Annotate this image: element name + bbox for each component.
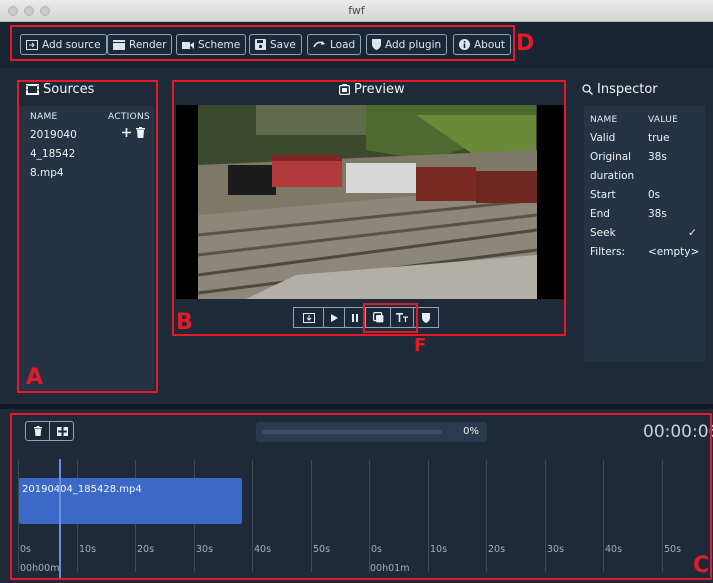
window-title: fwf [348, 4, 365, 17]
inspector-row-value: <empty> [648, 246, 700, 258]
inspector-col-value: VALUE [648, 115, 679, 125]
window-titlebar: fwf [0, 0, 713, 22]
annotation-box-c [10, 413, 712, 580]
inspector-panel: NAME VALUE Valid true Original 38s duratio… [584, 106, 705, 362]
inspector-row-name: Start [590, 189, 616, 201]
inspector-row-value: 38s [648, 151, 667, 163]
annotation-label-a: A [26, 365, 44, 390]
inspector-row-value: 0s [648, 189, 661, 201]
inspector-row-value: 38s [648, 208, 667, 220]
inspector-row-name: duration [590, 170, 635, 182]
annotation-label-f: F [414, 335, 427, 356]
annotation-box-f [363, 303, 418, 333]
annotation-label-b: B [176, 310, 193, 335]
annotation-box-a [17, 80, 158, 393]
search-icon [582, 84, 593, 95]
seek-check-icon[interactable]: ✓ [688, 227, 697, 239]
inspector-row-value: true [648, 132, 670, 144]
annotation-box-d [10, 25, 515, 61]
inspector-row-name: Valid [590, 132, 616, 144]
inspector-row-name: Seek [590, 227, 616, 239]
inspector-row-name: Filters: [590, 246, 626, 258]
inspector-title-text: Inspector [597, 82, 658, 97]
annotation-label-c: C [693, 553, 710, 578]
inspector-row-name: End [590, 208, 610, 220]
inspector-row-name: Original [590, 151, 632, 163]
inspector-col-name: NAME [590, 115, 618, 125]
annotation-box-b [172, 80, 566, 336]
inspector-title: Inspector [582, 82, 658, 97]
annotation-label-d: D [516, 31, 535, 56]
